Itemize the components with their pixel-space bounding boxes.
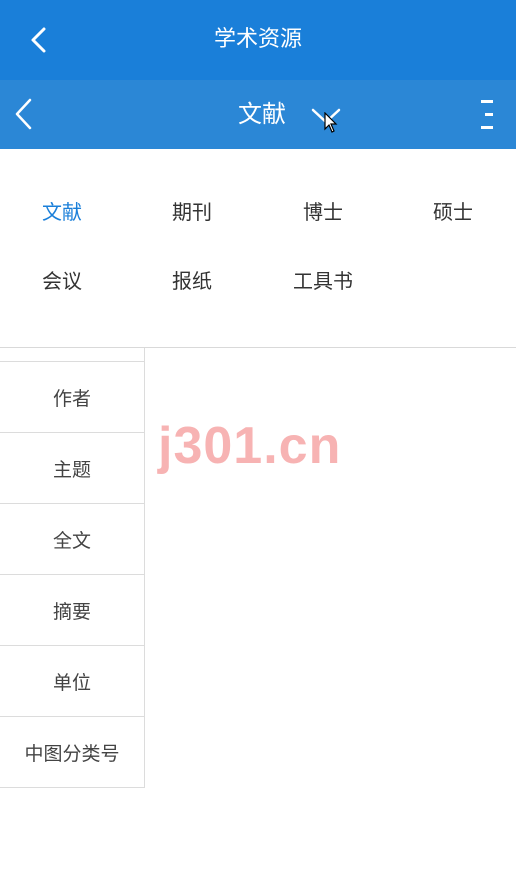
field-abstract[interactable]: 摘要 bbox=[0, 575, 144, 646]
more-vertical-icon[interactable] bbox=[479, 98, 497, 132]
category-conference[interactable]: 会议 bbox=[12, 267, 112, 295]
search-field-list: 作者 主题 全文 摘要 单位 中图分类号 bbox=[0, 348, 145, 788]
page-title: 学术资源 bbox=[213, 27, 302, 52]
field-institution[interactable]: 单位 bbox=[0, 646, 144, 717]
field-subject[interactable]: 主题 bbox=[0, 433, 144, 504]
watermark: j301.cn bbox=[158, 417, 342, 475]
field-clc-number[interactable]: 中图分类号 bbox=[0, 717, 144, 788]
category-journal[interactable]: 期刊 bbox=[142, 198, 242, 226]
category-reference-book[interactable]: 工具书 bbox=[273, 267, 373, 295]
category-masters[interactable]: 硕士 bbox=[403, 198, 503, 226]
field-fulltext[interactable]: 全文 bbox=[0, 504, 144, 575]
list-divider bbox=[0, 348, 144, 362]
field-author[interactable]: 作者 bbox=[0, 362, 144, 433]
mouse-cursor-icon bbox=[324, 112, 338, 133]
category-title[interactable]: 文献 bbox=[238, 98, 286, 130]
category-header: 文献 bbox=[0, 80, 516, 149]
category-phd[interactable]: 博士 bbox=[273, 198, 373, 226]
sub-back-arrow-icon[interactable] bbox=[10, 97, 38, 131]
category-newspaper[interactable]: 报纸 bbox=[142, 267, 242, 295]
category-literature[interactable]: 文献 bbox=[12, 198, 112, 226]
category-grid: 文献 期刊 博士 硕士 会议 报纸 工具书 bbox=[0, 149, 516, 348]
app-header: 学术资源 bbox=[0, 0, 516, 80]
